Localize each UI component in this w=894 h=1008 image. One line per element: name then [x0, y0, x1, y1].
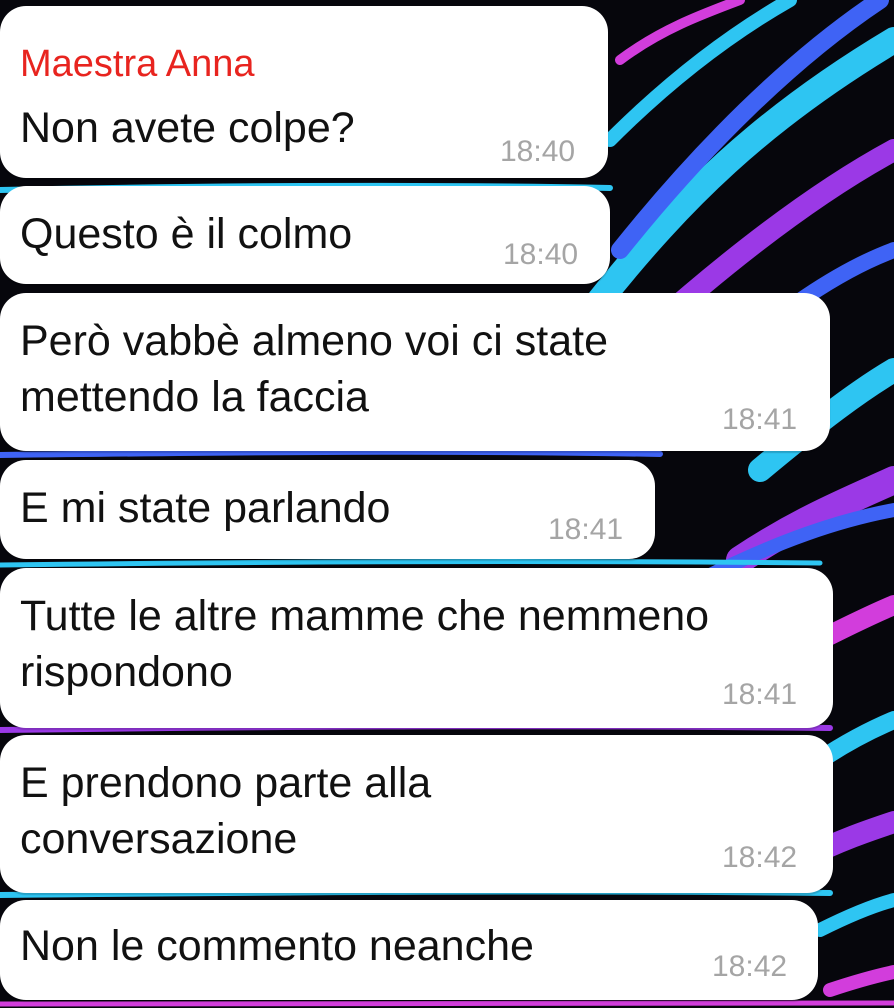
- message-bubble[interactable]: Questo è il colmo 18:40: [0, 186, 610, 284]
- message-text: E prendono parte alla conversazione: [20, 759, 432, 863]
- message-bubble[interactable]: Tutte le altre mamme che nemmeno rispond…: [0, 568, 833, 728]
- message-bubble[interactable]: Maestra Anna Non avete colpe? 18:40: [0, 6, 608, 178]
- message-text: Non le commento neanche: [20, 922, 534, 970]
- message-timestamp: 18:41: [722, 678, 798, 711]
- chat-conversation: Maestra Anna Non avete colpe? 18:40 Ques…: [0, 0, 894, 1008]
- message-bubble[interactable]: E prendono parte alla conversazione 18:4…: [0, 735, 833, 893]
- message-text: E mi state parlando: [20, 484, 391, 532]
- message-timestamp: 18:41: [722, 403, 798, 436]
- message-bubble[interactable]: Non le commento neanche 18:42: [0, 900, 818, 1000]
- message-text: Questo è il colmo: [20, 210, 353, 258]
- message-timestamp: 18:42: [722, 841, 798, 874]
- message-timestamp: 18:42: [712, 950, 788, 983]
- message-timestamp: 18:40: [503, 238, 579, 271]
- message-timestamp: 18:41: [548, 513, 624, 546]
- message-bubble[interactable]: E mi state parlando 18:41: [0, 460, 655, 559]
- message-text: Non avete colpe?: [20, 104, 355, 152]
- message-text: Tutte le altre mamme che nemmeno rispond…: [20, 592, 710, 696]
- message-timestamp: 18:40: [500, 135, 576, 168]
- message-text: Però vabbè almeno voi ci state mettendo …: [20, 317, 608, 421]
- sender-name[interactable]: Maestra Anna: [20, 42, 254, 86]
- message-bubble[interactable]: Però vabbè almeno voi ci state mettendo …: [0, 293, 830, 451]
